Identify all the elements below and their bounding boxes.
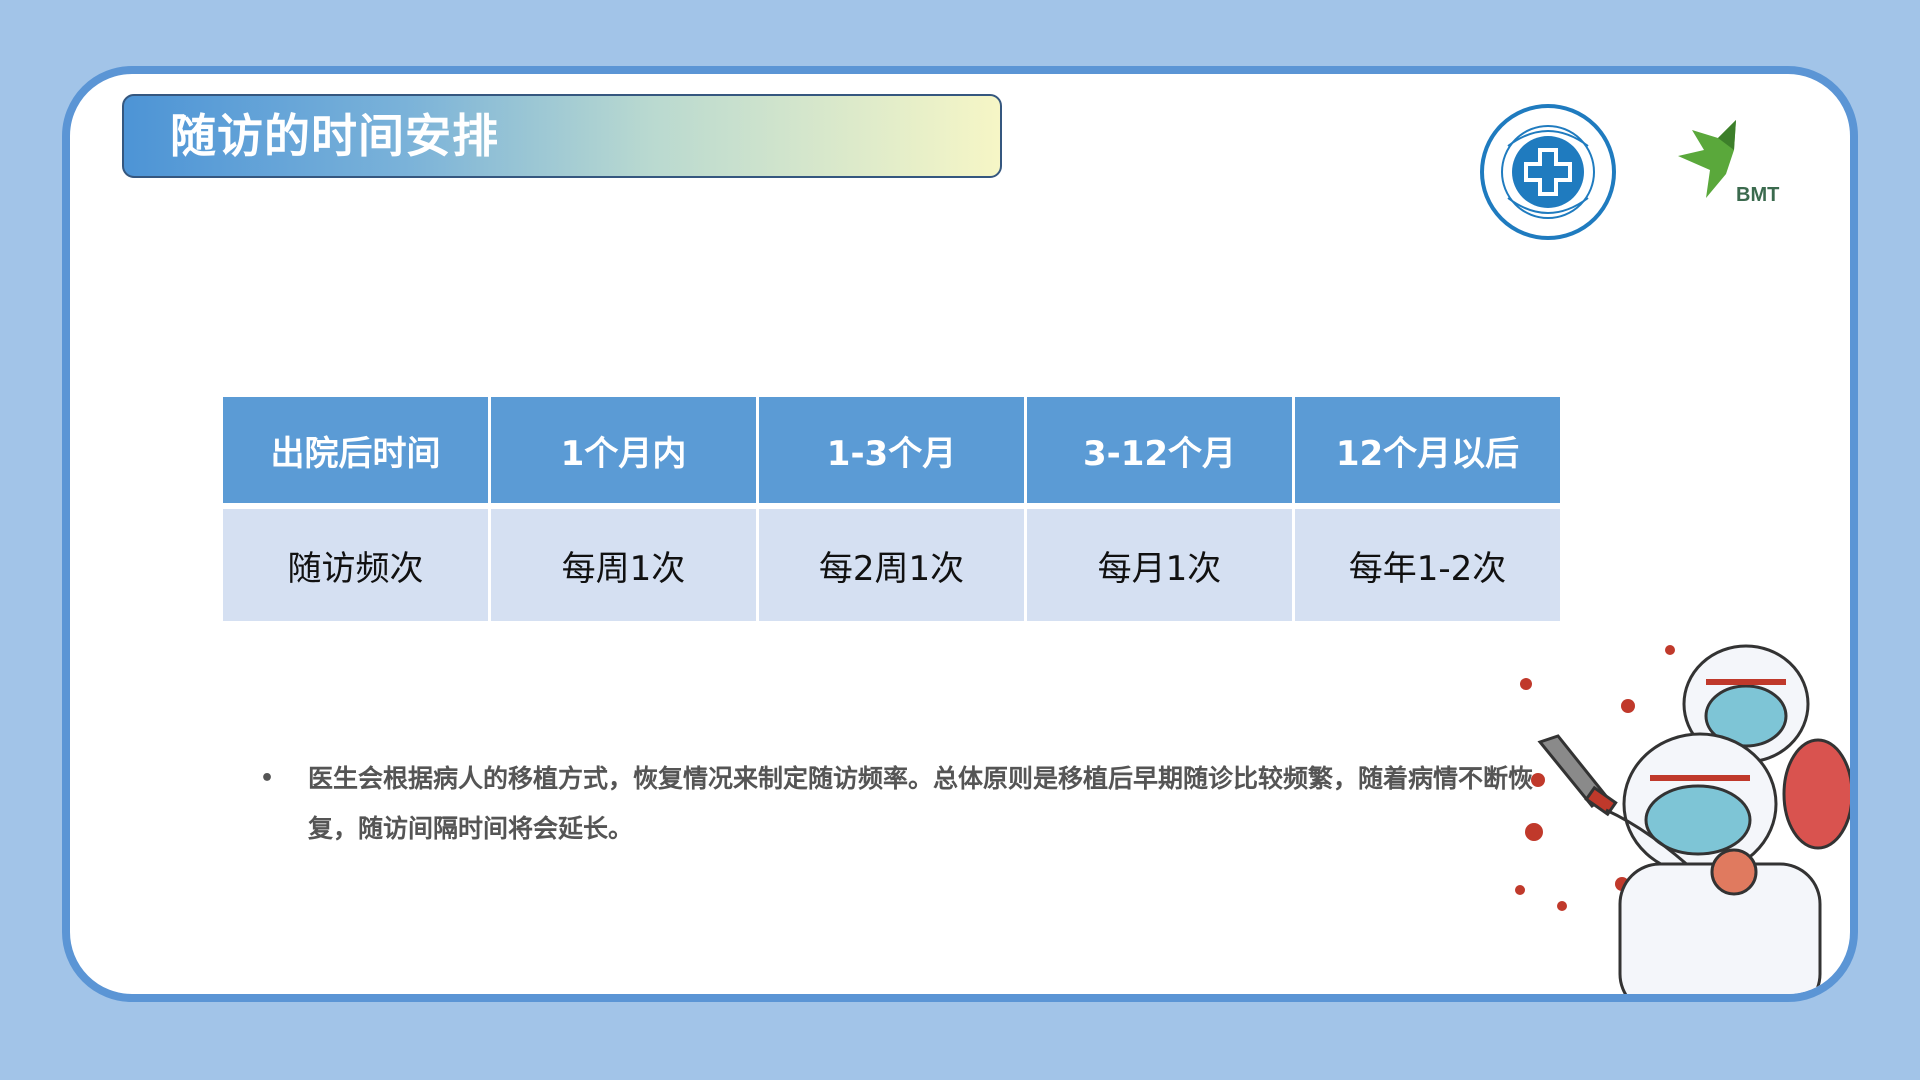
note-paragraph: • 医生会根据病人的移植方式，恢复情况来制定随访频率。总体原则是移植后早期随诊比…	[260, 754, 1560, 854]
header-cell-1-3-months: 1-3个月	[759, 397, 1024, 509]
header-cell-period: 出院后时间	[223, 397, 488, 509]
page-title: 随访的时间安排	[170, 109, 499, 163]
table-row: 随访频次 每周1次 每2周1次 每月1次 每年1-2次	[223, 509, 1560, 621]
table-header-row: 出院后时间 1个月内 1-3个月 3-12个月 12个月以后	[223, 397, 1560, 509]
hospital-logo-icon	[1480, 104, 1616, 240]
medical-worker-illustration-icon	[1515, 644, 1850, 994]
slide-card: 随访的时间安排 BMT 出院后时间 1个月内 1-3个月 3-12个月 12个月…	[62, 66, 1858, 1002]
title-banner: 随访的时间安排	[122, 94, 1002, 178]
note-text: 医生会根据病人的移植方式，恢复情况来制定随访频率。总体原则是移植后早期随诊比较频…	[308, 764, 1534, 843]
header-cell-3-12-months: 3-12个月	[1027, 397, 1292, 509]
row-cell-frequency-label: 随访频次	[223, 509, 488, 621]
header-cell-1-month: 1个月内	[491, 397, 756, 509]
row-cell-yearly: 每年1-2次	[1295, 509, 1560, 621]
row-cell-biweekly: 每2周1次	[759, 509, 1024, 621]
bmt-logo-text: BMT	[1736, 184, 1780, 206]
bmt-logo-icon	[1678, 120, 1736, 198]
header-cell-12-plus-months: 12个月以后	[1295, 397, 1560, 509]
follow-up-schedule-table: 出院后时间 1个月内 1-3个月 3-12个月 12个月以后 随访频次 每周1次…	[220, 397, 1563, 621]
row-cell-weekly: 每周1次	[491, 509, 756, 621]
row-cell-monthly: 每月1次	[1027, 509, 1292, 621]
bullet-icon: •	[260, 766, 275, 791]
